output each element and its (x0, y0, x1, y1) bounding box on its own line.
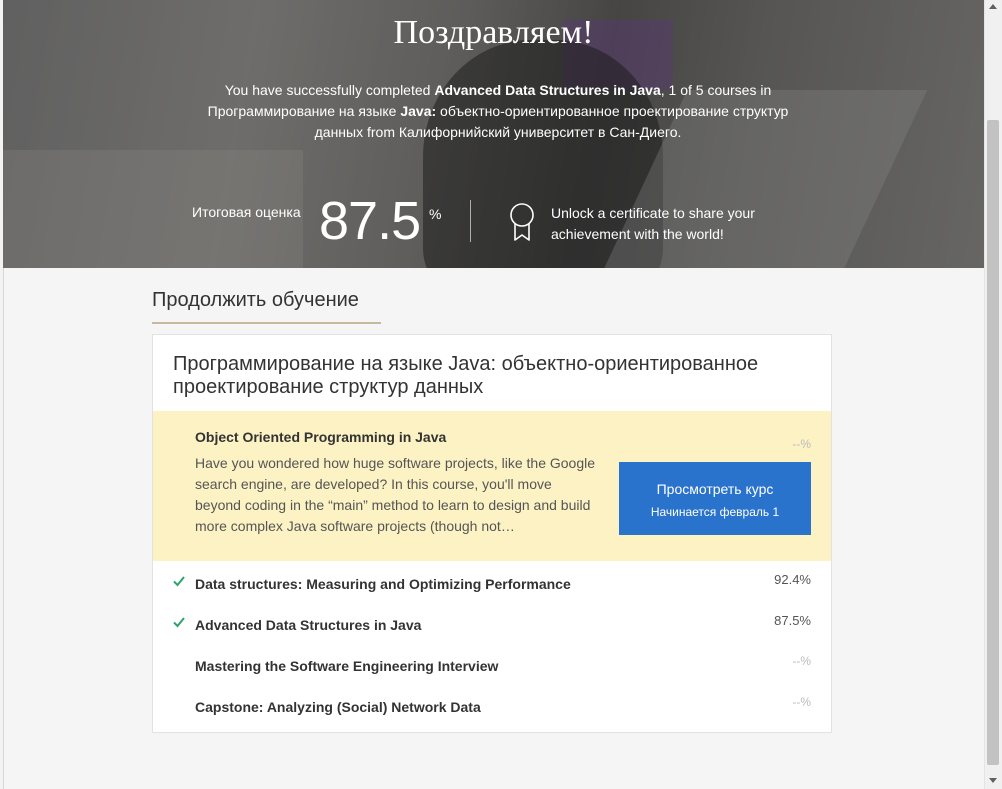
final-grade-label: Итоговая оценка (192, 204, 301, 220)
hero-banner: Поздравляем! You have successfully compl… (3, 0, 984, 268)
course-row[interactable]: Capstone: Analyzing (Social) Network Dat… (153, 686, 831, 727)
final-grade-unit: % (429, 206, 442, 222)
scrollbar-thumb[interactable] (987, 120, 999, 765)
current-course-panel: Object Oriented Programming in Java Have… (153, 411, 831, 561)
completed-course-name: Advanced Data Structures in Java (434, 82, 661, 98)
course-name: Mastering the Software Engineering Inter… (195, 658, 499, 674)
hero-divider (470, 200, 471, 242)
current-course-title[interactable]: Object Oriented Programming in Java (195, 429, 446, 445)
course-name: Advanced Data Structures in Java (195, 617, 422, 633)
specialization-keyword: Java: (400, 103, 437, 119)
course-percent: 92.4% (774, 572, 811, 587)
course-name: Data structures: Measuring and Optimizin… (195, 576, 571, 592)
course-percent: --% (792, 695, 811, 709)
course-start-date: Начинается февраль 1 (650, 505, 780, 519)
section-underline (152, 322, 381, 324)
scroll-down-arrow-icon[interactable] (989, 778, 997, 783)
course-row[interactable]: Data structures: Measuring and Optimizin… (153, 563, 831, 604)
certificate-promo[interactable]: Unlock a certificate to share your achie… (551, 203, 811, 245)
checkmark-icon (173, 576, 185, 587)
congrats-title: Поздравляем! (393, 14, 594, 51)
course-row[interactable]: Advanced Data Structures in Java 87.5% (153, 604, 831, 645)
view-course-button[interactable]: Просмотреть курс Начинается февраль 1 (619, 462, 811, 535)
ribbon-award-icon (510, 203, 534, 241)
completion-text: You have successfully completed (224, 82, 435, 98)
checkmark-icon (173, 617, 185, 628)
course-percent: --% (792, 654, 811, 668)
section-title: Продолжить обучение (152, 289, 359, 311)
vertical-scrollbar[interactable] (984, 0, 1002, 789)
final-grade-value: 87.5 (319, 191, 421, 251)
completion-message: You have successfully completed Advanced… (198, 80, 798, 143)
specialization-card: Программирование на языке Java: объектно… (152, 334, 832, 733)
current-course-description: Have you wondered how huge software proj… (195, 455, 595, 534)
course-name: Capstone: Analyzing (Social) Network Dat… (195, 699, 481, 715)
course-percent: 87.5% (774, 613, 811, 628)
course-row[interactable]: Mastering the Software Engineering Inter… (153, 645, 831, 686)
specialization-title[interactable]: Программирование на языке Java: объектно… (173, 353, 823, 399)
view-course-label: Просмотреть курс (656, 481, 774, 497)
current-course-percent: --% (792, 437, 811, 451)
scroll-up-arrow-icon[interactable] (989, 4, 997, 9)
